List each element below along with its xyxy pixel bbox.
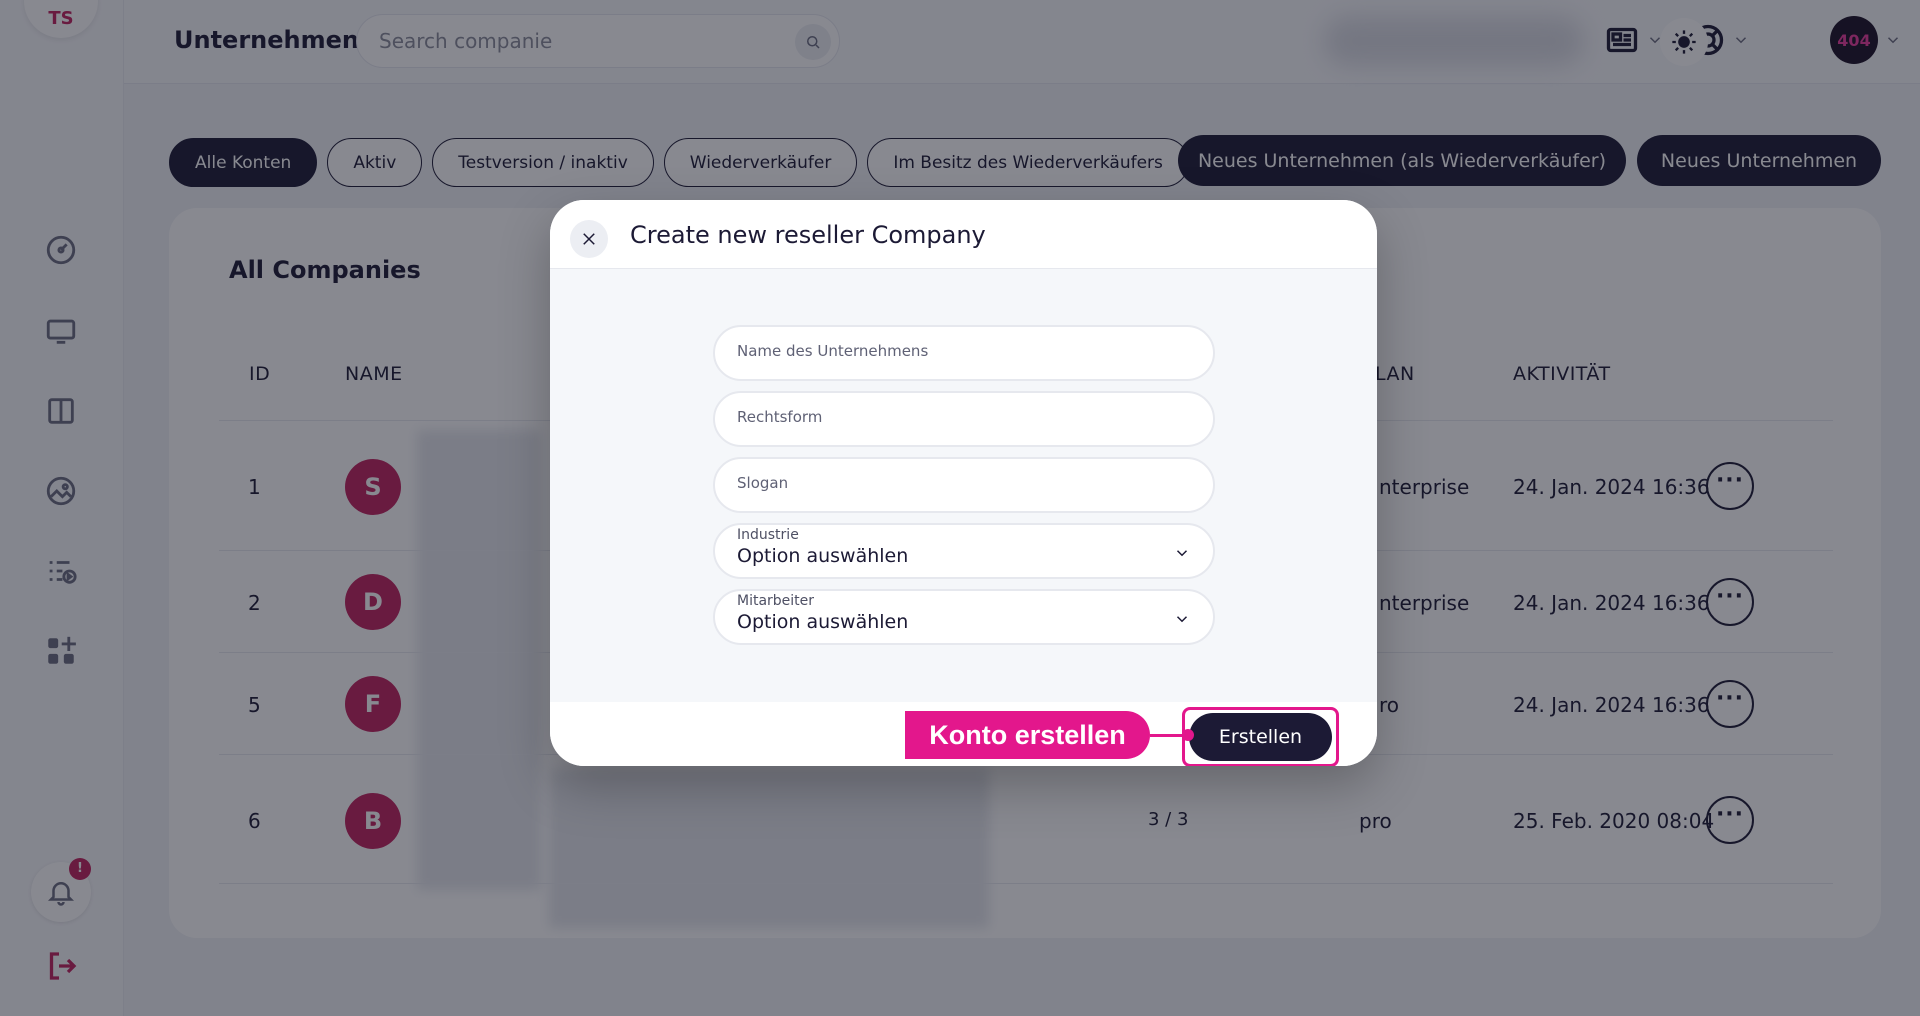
create-button[interactable]: Erstellen xyxy=(1189,713,1332,761)
legal-form-field xyxy=(713,391,1215,447)
close-icon xyxy=(583,233,595,245)
company-name-field xyxy=(713,325,1215,381)
industry-value: Option auswählen xyxy=(737,545,909,567)
industry-label: Industrie xyxy=(737,527,799,543)
chevron-down-icon xyxy=(1176,616,1188,623)
legal-form-input[interactable] xyxy=(737,408,1177,426)
employees-label: Mitarbeiter xyxy=(737,593,815,609)
employees-select[interactable]: Mitarbeiter Option auswählen xyxy=(713,589,1215,645)
slogan-input[interactable] xyxy=(737,474,1177,492)
annotation-dot xyxy=(1182,729,1194,741)
chevron-down-icon xyxy=(1176,550,1188,557)
company-name-input[interactable] xyxy=(737,342,1177,360)
annotation-callout: Konto erstellen xyxy=(905,711,1150,759)
industry-select[interactable]: Industrie Option auswählen xyxy=(713,523,1215,579)
close-button[interactable] xyxy=(570,220,608,258)
dialog-header: Create new reseller Company xyxy=(550,200,1377,269)
dialog-title: Create new reseller Company xyxy=(630,221,986,249)
slogan-field xyxy=(713,457,1215,513)
employees-value: Option auswählen xyxy=(737,611,909,633)
create-reseller-company-dialog: Create new reseller Company Industrie Op… xyxy=(550,200,1377,766)
highlight-box: Erstellen xyxy=(1182,707,1339,766)
